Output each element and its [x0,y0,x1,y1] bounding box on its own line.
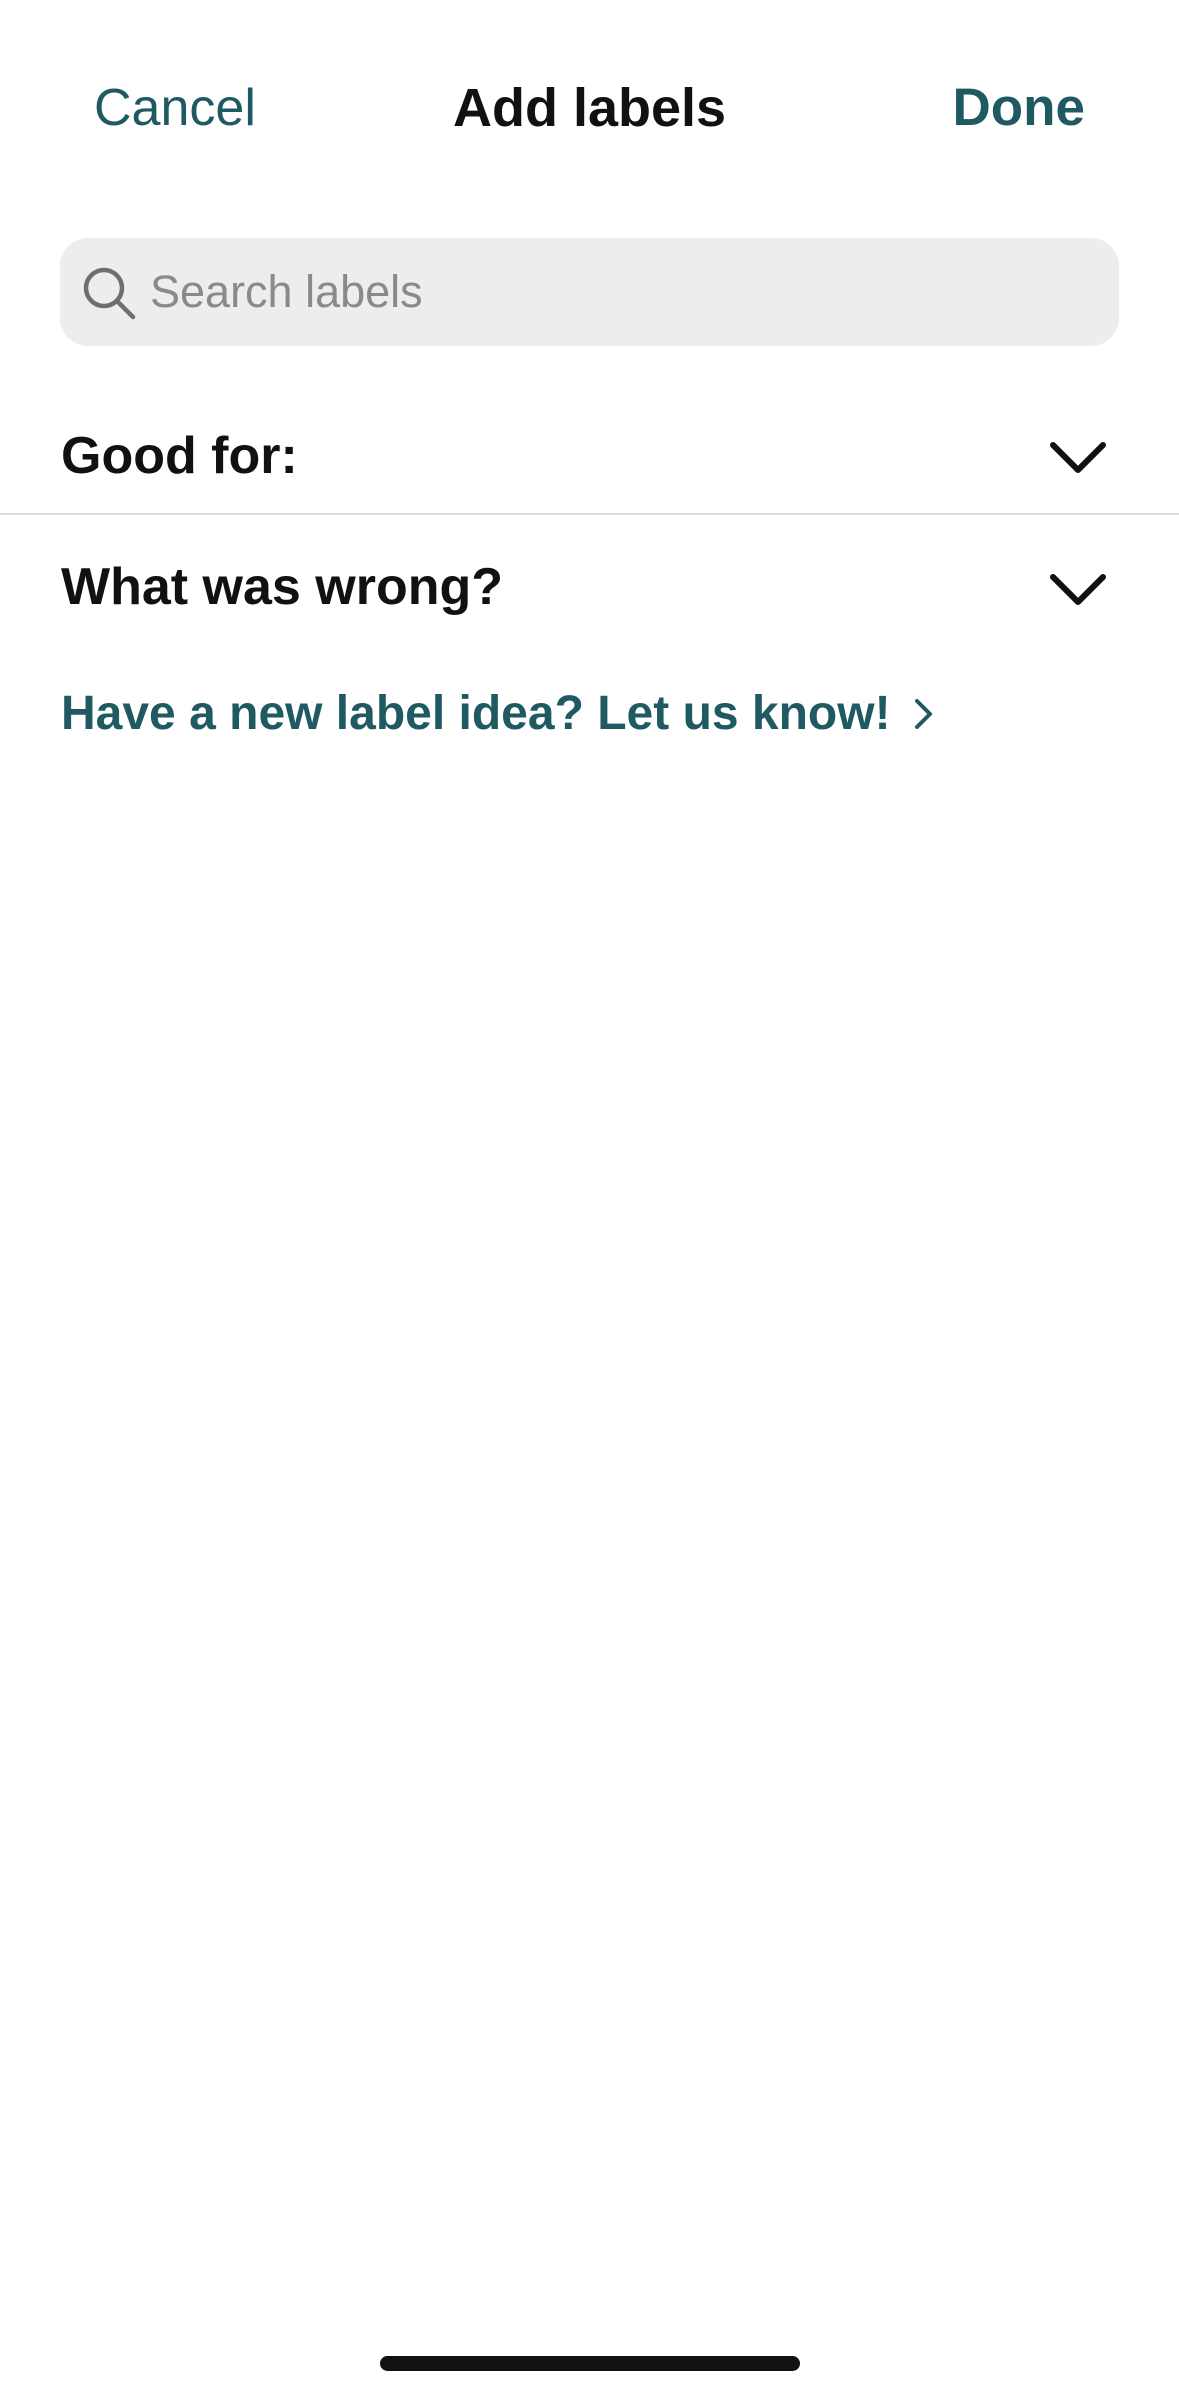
add-labels-screen: Add labels Cancel Done Good for: What wa… [0,0,1179,2396]
search-bar[interactable] [60,238,1119,346]
search-icon [83,267,136,320]
section-label: Good for: [61,427,298,485]
chevron-down-icon [1050,442,1106,473]
navigation-bar: Add labels Cancel Done [0,0,1179,215]
section-good-for[interactable]: Good for: [0,400,1179,513]
search-input[interactable] [148,238,1090,346]
chevron-down-icon [1050,574,1106,605]
cancel-button[interactable]: Cancel [94,78,256,138]
section-label: What was wrong? [61,558,503,616]
section-what-was-wrong[interactable]: What was wrong? [0,515,1179,640]
label-idea-link[interactable]: Have a new label idea? Let us know! [61,684,935,744]
done-button[interactable]: Done [953,78,1086,138]
home-indicator [380,2356,800,2371]
label-idea-link-text: Have a new label idea? Let us know! [61,687,891,740]
chevron-right-icon [914,699,932,729]
